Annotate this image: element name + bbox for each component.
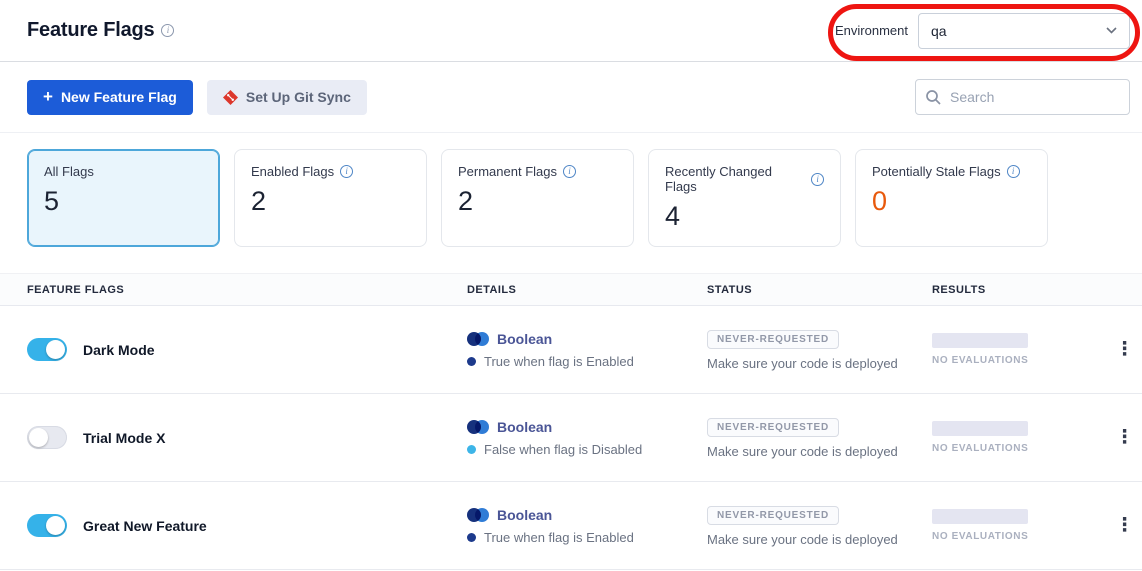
stat-card-permanent-flags[interactable]: Permanent Flags i 2 (441, 149, 634, 247)
column-header-status: STATUS (707, 284, 932, 296)
stat-label: Recently Changed Flags (665, 164, 805, 194)
results-caption: NO EVALUATIONS (932, 531, 1097, 542)
boolean-icon (467, 508, 489, 522)
flag-toggle[interactable] (27, 338, 67, 361)
environment-select[interactable]: qa (918, 13, 1130, 49)
git-sync-button[interactable]: Set Up Git Sync (207, 80, 367, 115)
new-feature-flag-label: New Feature Flag (61, 89, 177, 105)
flag-toggle[interactable] (27, 514, 67, 537)
toggle-knob (46, 340, 65, 359)
results-bar (932, 333, 1028, 348)
value-dot-icon (467, 533, 476, 542)
value-dot-icon (467, 357, 476, 366)
stat-value: 2 (251, 186, 410, 217)
search-icon (925, 89, 941, 105)
column-header-details: DETAILS (467, 284, 707, 296)
chevron-down-icon (1106, 27, 1117, 34)
flag-default-behavior: False when flag is Disabled (484, 442, 642, 457)
plus-icon: + (43, 88, 53, 105)
table-header: FEATURE FLAGS DETAILS STATUS RESULTS (0, 273, 1142, 306)
status-badge: NEVER-REQUESTED (707, 506, 839, 525)
stat-cards: All Flags 5 Enabled Flags i 2 Permanent … (27, 149, 1048, 247)
table-row: Trial Mode X Boolean False when flag is … (0, 394, 1142, 482)
status-badge: NEVER-REQUESTED (707, 330, 839, 349)
flag-type: Boolean (497, 331, 552, 347)
kebab-menu-icon[interactable]: ⋮ (1109, 514, 1140, 537)
flag-name[interactable]: Trial Mode X (83, 430, 165, 446)
toolbar: + New Feature Flag Set Up Git Sync (0, 62, 1142, 133)
info-icon[interactable]: i (563, 165, 576, 178)
stat-card-enabled-flags[interactable]: Enabled Flags i 2 (234, 149, 427, 247)
flag-name[interactable]: Dark Mode (83, 342, 155, 358)
git-sync-label: Set Up Git Sync (246, 89, 351, 105)
info-icon[interactable]: i (161, 24, 174, 37)
stat-label: Permanent Flags (458, 164, 557, 179)
stat-label: Enabled Flags (251, 164, 334, 179)
search-input[interactable] (915, 79, 1130, 115)
value-dot-icon (467, 445, 476, 454)
toggle-knob (46, 516, 65, 535)
stat-value: 4 (665, 201, 824, 232)
column-header-results: RESULTS (932, 284, 1097, 296)
page-title: Feature Flags (27, 19, 154, 42)
stat-value: 2 (458, 186, 617, 217)
boolean-icon (467, 420, 489, 434)
git-icon (223, 90, 238, 105)
stat-card-potentially-stale-flags[interactable]: Potentially Stale Flags i 0 (855, 149, 1048, 247)
table-row: Great New Feature Boolean True when flag… (0, 482, 1142, 570)
kebab-menu-icon[interactable]: ⋮ (1109, 426, 1140, 449)
status-text: Make sure your code is deployed (707, 444, 932, 459)
results-bar (932, 509, 1028, 524)
stat-card-recently-changed-flags[interactable]: Recently Changed Flags i 4 (648, 149, 841, 247)
stat-value: 5 (44, 186, 203, 217)
results-caption: NO EVALUATIONS (932, 355, 1097, 366)
stat-label: Potentially Stale Flags (872, 164, 1001, 179)
flag-type: Boolean (497, 419, 552, 435)
flag-type: Boolean (497, 507, 552, 523)
status-badge: NEVER-REQUESTED (707, 418, 839, 437)
status-text: Make sure your code is deployed (707, 532, 932, 547)
flag-default-behavior: True when flag is Enabled (484, 530, 634, 545)
environment-label: Environment (835, 23, 908, 38)
info-icon[interactable]: i (340, 165, 353, 178)
column-header-feature-flags: FEATURE FLAGS (27, 284, 467, 296)
status-text: Make sure your code is deployed (707, 356, 932, 371)
kebab-menu-icon[interactable]: ⋮ (1109, 338, 1140, 361)
boolean-icon (467, 332, 489, 346)
flag-toggle[interactable] (27, 426, 67, 449)
stat-label: All Flags (44, 164, 94, 179)
page-header: Feature Flags i Environment qa (0, 0, 1142, 62)
search-box (915, 79, 1130, 115)
results-bar (932, 421, 1028, 436)
flag-default-behavior: True when flag is Enabled (484, 354, 634, 369)
stat-value: 0 (872, 186, 1031, 217)
info-icon[interactable]: i (1007, 165, 1020, 178)
stat-card-all-flags[interactable]: All Flags 5 (27, 149, 220, 247)
table-row: Dark Mode Boolean True when flag is Enab… (0, 306, 1142, 394)
toggle-knob (29, 428, 48, 447)
new-feature-flag-button[interactable]: + New Feature Flag (27, 80, 193, 115)
environment-value: qa (931, 23, 947, 39)
results-caption: NO EVALUATIONS (932, 443, 1097, 454)
flag-name[interactable]: Great New Feature (83, 518, 207, 534)
info-icon[interactable]: i (811, 173, 824, 186)
